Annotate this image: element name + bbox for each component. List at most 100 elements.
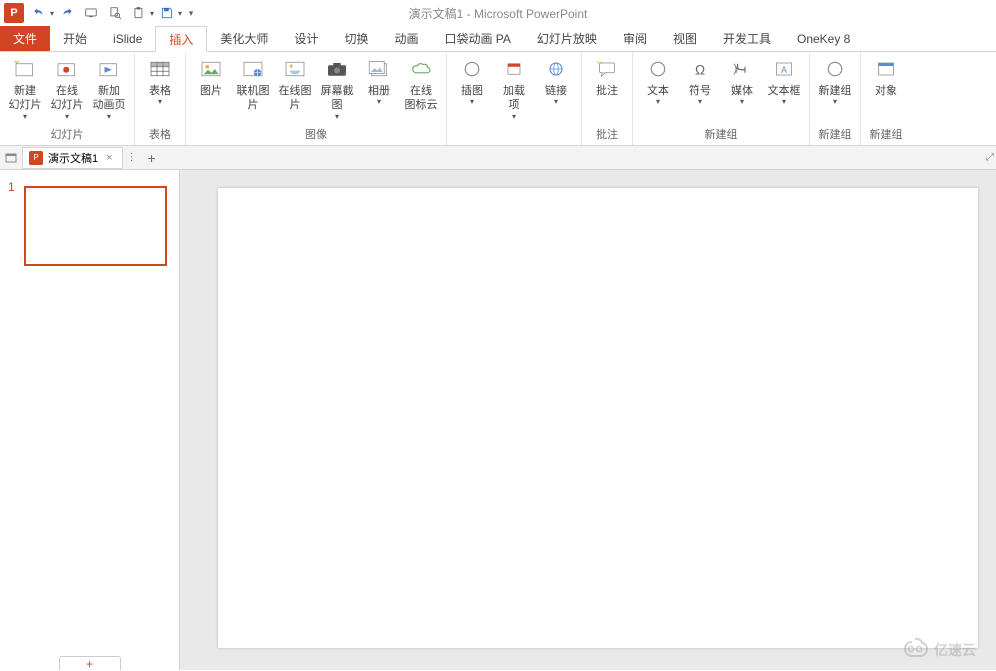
ribbon-tabs: 文件 开始 iSlide 插入 美化大师 设计 切换 动画 口袋动画 PA 幻灯… [0, 26, 996, 52]
save-button[interactable] [156, 2, 178, 24]
group-table: 表格▾ 表格 [135, 52, 186, 145]
collapse-ribbon-icon[interactable]: ⤢ [986, 152, 994, 163]
add-slide-button[interactable]: + [59, 656, 121, 670]
picture-icon [195, 56, 227, 82]
svg-text:Ω: Ω [695, 62, 705, 77]
svg-text:亿速云: 亿速云 [934, 642, 976, 658]
tab-transition[interactable]: 切换 [331, 26, 381, 51]
print-preview-button[interactable] [104, 2, 126, 24]
newgroup-button[interactable]: 新建组▾ [814, 54, 856, 108]
paste-dropdown[interactable]: ▾ [150, 9, 154, 18]
window-title: 演示文稿1 - Microsoft PowerPoint [409, 5, 588, 22]
doc-close-button[interactable]: × [103, 152, 115, 164]
tab-design[interactable]: 设计 [281, 26, 331, 51]
text-icon [642, 56, 674, 82]
group-illus-label [451, 128, 577, 145]
doc-tab-menu[interactable]: ⋮ [123, 152, 141, 163]
online-slide-label: 在线 幻灯片 [51, 84, 84, 113]
online-pic-label: 联机图片 [234, 84, 272, 113]
addin-label: 加载 项 [503, 84, 525, 113]
icon-cloud-button[interactable]: 在线 图标云 [400, 54, 442, 115]
svg-text:+: + [344, 72, 348, 78]
new-slide-button[interactable]: 新建 幻灯片▾ [4, 54, 46, 123]
tab-insert[interactable]: 插入 [155, 26, 207, 52]
tab-view[interactable]: 视图 [660, 26, 710, 51]
doc-tab-title: 演示文稿1 [48, 150, 98, 166]
textbox-icon: A [768, 56, 800, 82]
text-button[interactable]: 文本▾ [637, 54, 679, 108]
doc-nav-icon[interactable] [0, 152, 22, 164]
document-tab[interactable]: P 演示文稿1 × [22, 147, 123, 169]
doc-add-button[interactable]: + [141, 150, 163, 166]
app-logo: P [4, 3, 24, 23]
qat-customize[interactable]: ▾ [184, 2, 198, 24]
web-picture-button[interactable]: 在线图片 [274, 54, 316, 115]
tab-home[interactable]: 开始 [50, 26, 100, 51]
new-anim-page-button[interactable]: 新加 动画页▾ [88, 54, 130, 123]
screenshot-button[interactable]: + 屏幕截图▾ [316, 54, 358, 123]
save-dropdown[interactable]: ▾ [178, 9, 182, 18]
insert-chart-label: 插图 [461, 84, 483, 98]
slide-canvas[interactable] [218, 188, 978, 648]
symbol-label: 符号 [689, 84, 711, 98]
paste-button[interactable] [128, 2, 150, 24]
group-annot-label: 批注 [586, 124, 628, 145]
screenshot-label: 屏幕截图 [318, 84, 356, 113]
tab-file[interactable]: 文件 [0, 26, 50, 51]
tab-beautify[interactable]: 美化大师 [207, 26, 281, 51]
workspace: 1 + [0, 170, 996, 670]
tab-slideshow[interactable]: 幻灯片放映 [524, 26, 610, 51]
from-beginning-button[interactable] [80, 2, 102, 24]
group-slides-label: 幻灯片 [4, 124, 130, 145]
link-button[interactable]: 链接▾ [535, 54, 577, 108]
addins-button[interactable]: 加载 项▾ [493, 54, 535, 123]
new-anim-label: 新加 动画页 [93, 84, 126, 113]
tab-islide[interactable]: iSlide [100, 26, 155, 51]
annotation-label: 批注 [596, 84, 618, 98]
group-new3-label: 新建组 [865, 124, 907, 145]
picture-button[interactable]: 图片 [190, 54, 232, 100]
group-slides: 新建 幻灯片▾ 在线 幻灯片▾ 新加 动画页▾ 幻灯片 [0, 52, 135, 145]
group-new3: 对象 新建组 [861, 52, 911, 145]
online-slide-button[interactable]: 在线 幻灯片▾ [46, 54, 88, 123]
group-illustrations: 插图▾ 加载 项▾ 链接▾ [447, 52, 582, 145]
annotation-icon [591, 56, 623, 82]
document-tab-bar: P 演示文稿1 × ⋮ + ⤢ [0, 146, 996, 170]
new-slide-icon [9, 56, 41, 82]
online-slide-icon [51, 56, 83, 82]
tab-developer[interactable]: 开发工具 [710, 26, 784, 51]
tab-review[interactable]: 审阅 [610, 26, 660, 51]
tab-pocket-anim[interactable]: 口袋动画 PA [431, 26, 523, 51]
slide-thumbnail-1[interactable] [24, 186, 167, 266]
picture-label: 图片 [200, 84, 222, 98]
textbox-button[interactable]: A 文本框▾ [763, 54, 805, 108]
tab-animation[interactable]: 动画 [381, 26, 431, 51]
symbol-button[interactable]: Ω 符号▾ [679, 54, 721, 108]
tab-onekey[interactable]: OneKey 8 [784, 26, 863, 51]
undo-dropdown[interactable]: ▾ [50, 9, 54, 18]
redo-button[interactable] [56, 2, 78, 24]
group-new2-label: 新建组 [814, 124, 856, 145]
newgroup-label: 新建组 [819, 84, 852, 98]
undo-button[interactable] [28, 2, 50, 24]
text-label: 文本 [647, 84, 669, 98]
online-pic-icon [237, 56, 269, 82]
slide-thumbnail-panel: 1 + [0, 170, 180, 670]
svg-text:A: A [781, 65, 787, 75]
newgroup-icon [819, 56, 851, 82]
annotation-button[interactable]: 批注 [586, 54, 628, 100]
group-image-label: 图像 [190, 124, 442, 145]
icon-cloud-icon [405, 56, 437, 82]
album-button[interactable]: 相册▾ [358, 54, 400, 108]
group-table-label: 表格 [139, 124, 181, 145]
online-picture-button[interactable]: 联机图片 [232, 54, 274, 115]
group-new2: 新建组▾ 新建组 [810, 52, 861, 145]
link-icon [540, 56, 572, 82]
object-button[interactable]: 对象 [865, 54, 907, 100]
group-image: 图片 联机图片 在线图片 + 屏幕截图▾ 相册▾ 在线 图标云 [186, 52, 447, 145]
group-new1: 文本▾ Ω 符号▾ 媒体▾ A 文本框▾ 新建组 [633, 52, 810, 145]
insert-chart-button[interactable]: 插图▾ [451, 54, 493, 108]
media-button[interactable]: 媒体▾ [721, 54, 763, 108]
table-button[interactable]: 表格▾ [139, 54, 181, 108]
album-label: 相册 [368, 84, 390, 98]
